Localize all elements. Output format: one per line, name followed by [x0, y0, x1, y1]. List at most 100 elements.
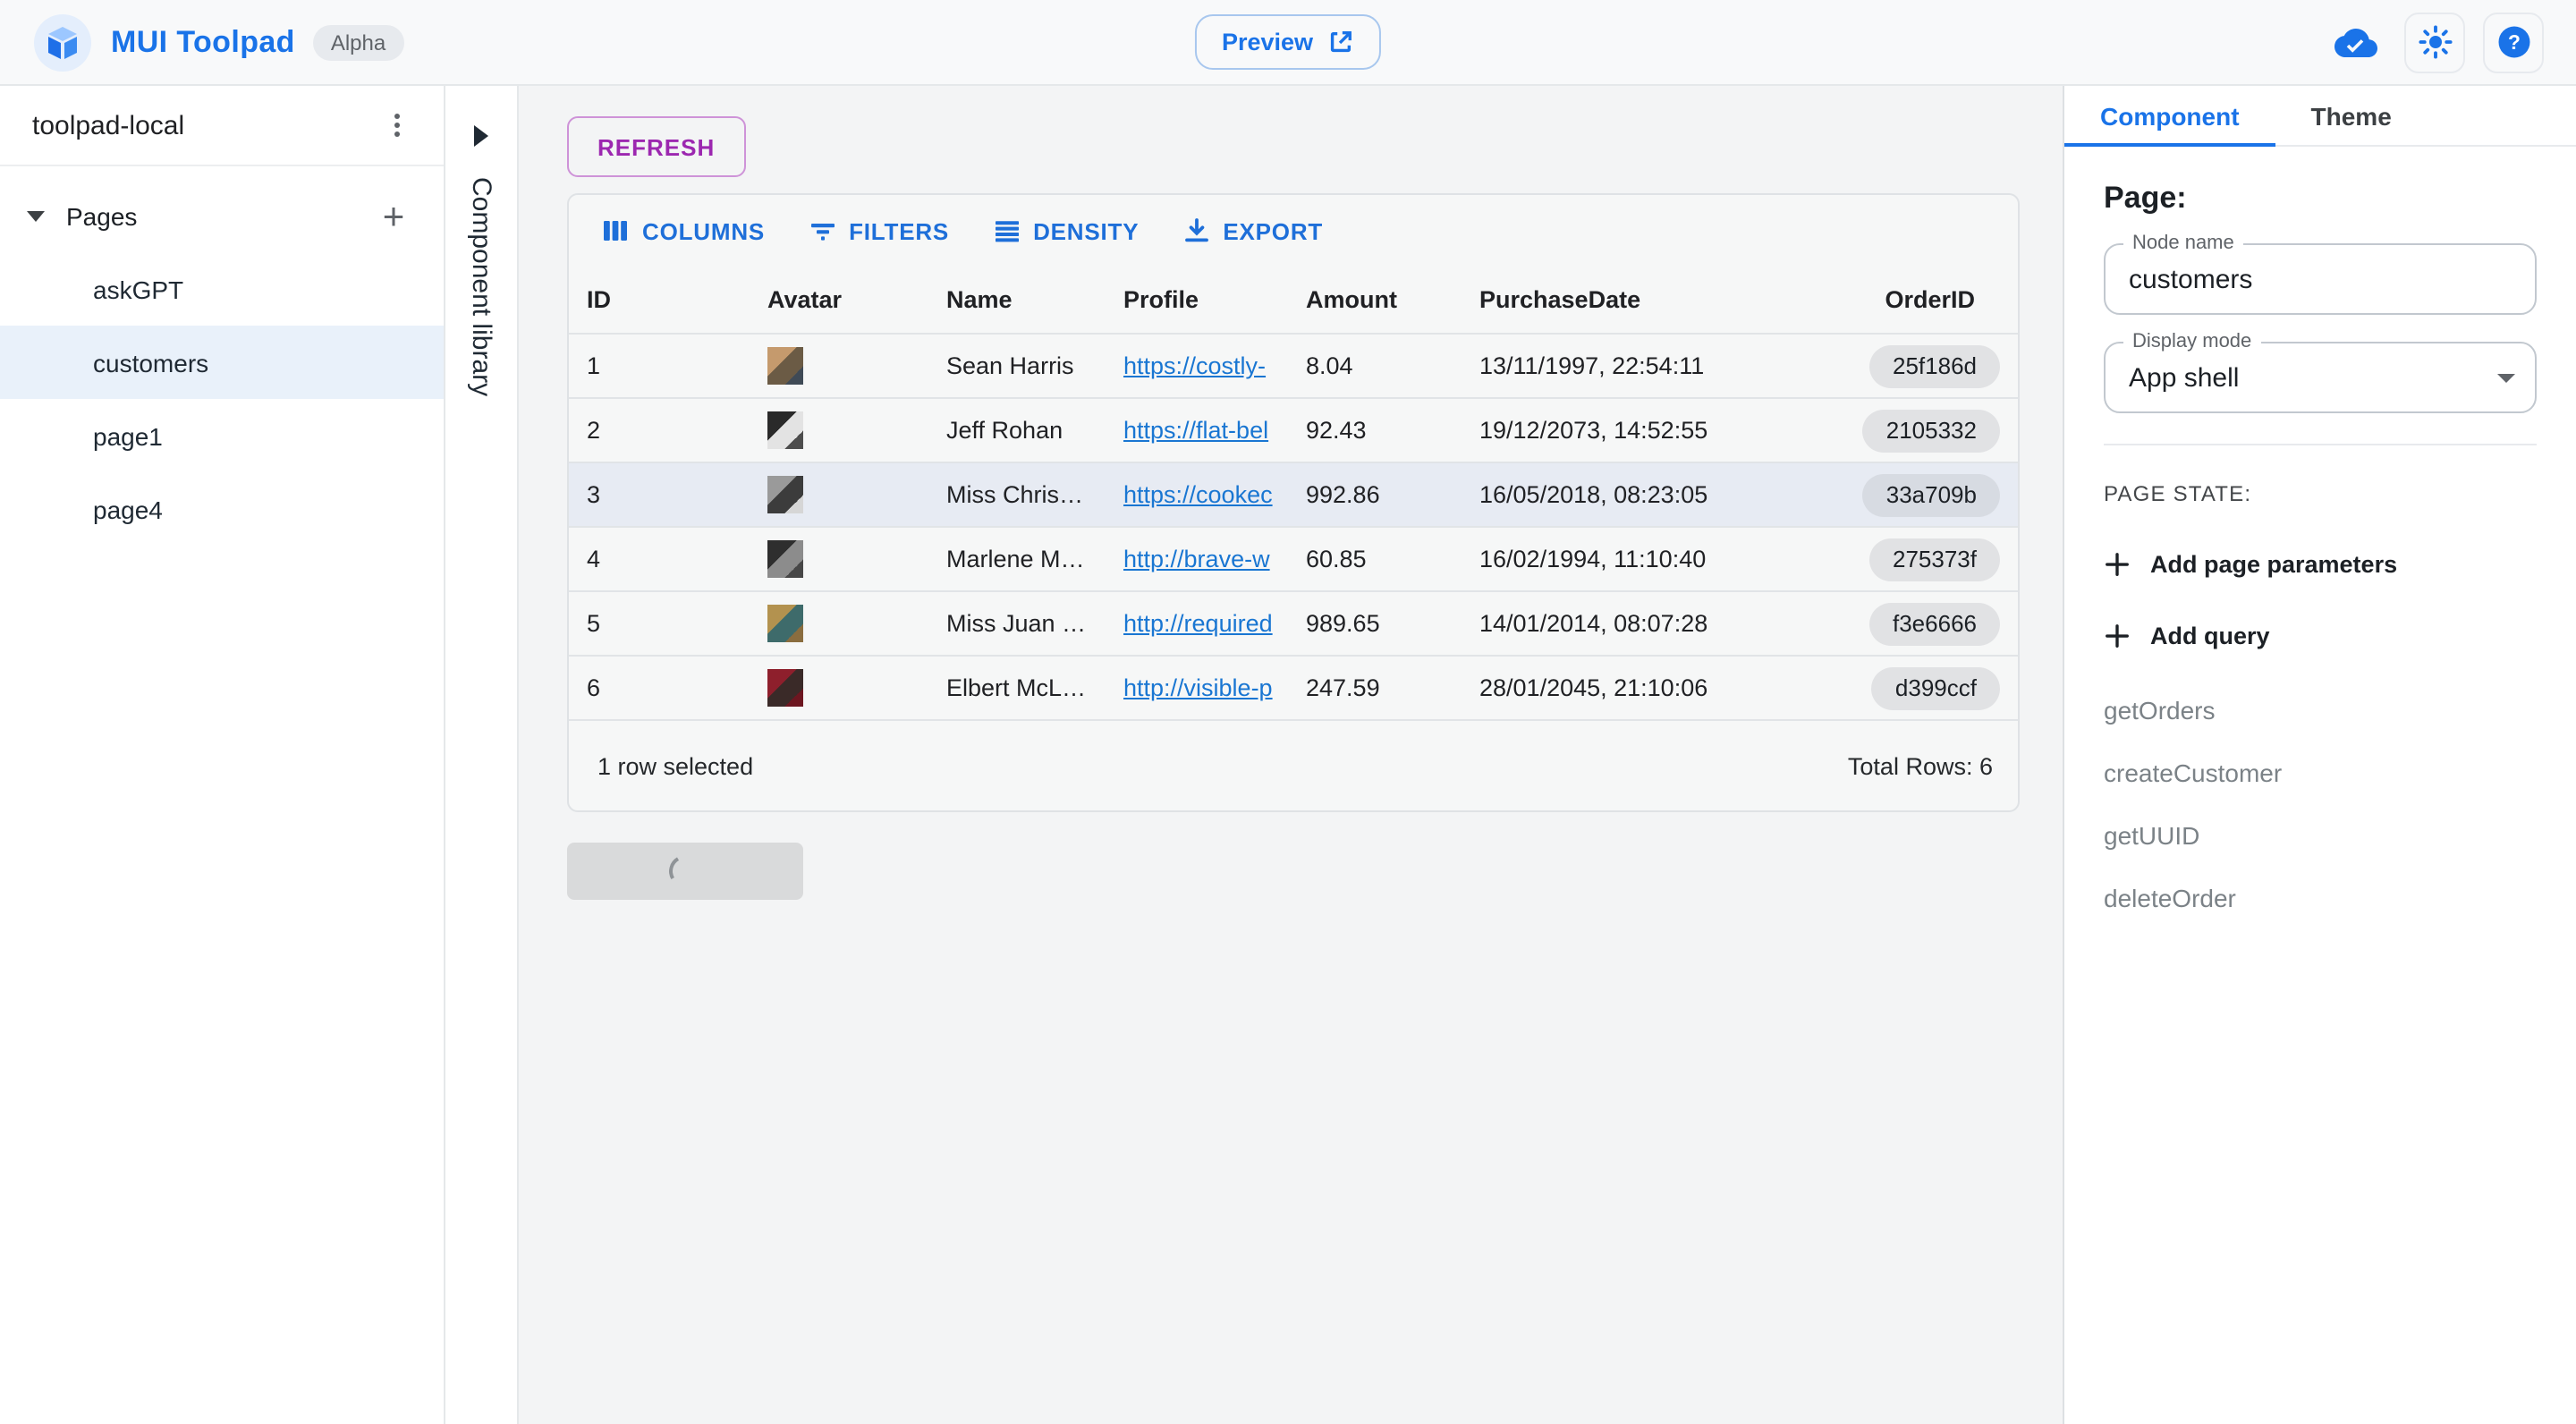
query-item-getuuid[interactable]: getUUID — [2104, 821, 2537, 850]
cell-amount: 92.43 — [1288, 417, 1462, 444]
sidebar-item-askgpt[interactable]: askGPT — [0, 252, 444, 326]
col-header-purchasedate[interactable]: PurchaseDate — [1462, 286, 1852, 313]
cell-purchasedate: 13/11/1997, 22:54:11 — [1462, 352, 1852, 379]
cell-purchasedate: 16/05/2018, 08:23:05 — [1462, 481, 1852, 508]
toolpad-logo-icon — [32, 12, 93, 72]
data-grid: COLUMNS FILTERS — [567, 193, 2020, 812]
table-row[interactable]: 6 Elbert McL… http://visible-p 247.59 28… — [569, 655, 2018, 719]
profile-link[interactable]: https://flat-bel — [1123, 417, 1268, 444]
cell-amount: 989.65 — [1288, 610, 1462, 637]
query-item-createcustomer[interactable]: createCustomer — [2104, 759, 2537, 787]
collapse-caret-icon[interactable] — [27, 211, 45, 222]
order-id-chip: 2105332 — [1863, 409, 2000, 452]
cloud-done-icon — [2334, 21, 2377, 64]
preview-label: Preview — [1222, 29, 1313, 55]
add-page-button[interactable]: + — [369, 191, 419, 242]
cell-name: Sean Harris — [928, 352, 1106, 379]
plus-icon — [2104, 623, 2131, 649]
sidebar-item-page1[interactable]: page1 — [0, 399, 444, 472]
cell-id: 2 — [569, 417, 750, 444]
cell-name: Jeff Rohan — [928, 417, 1106, 444]
profile-link[interactable]: http://visible-p — [1123, 674, 1273, 701]
profile-link[interactable]: http://brave-w — [1123, 546, 1270, 572]
view-columns-icon — [601, 216, 630, 245]
loading-button[interactable] — [567, 843, 803, 900]
query-item-getorders[interactable]: getOrders — [2104, 696, 2537, 725]
cell-id: 5 — [569, 610, 750, 637]
cell-id: 4 — [569, 546, 750, 572]
query-item-deleteorder[interactable]: deleteOrder — [2104, 884, 2537, 912]
col-header-name[interactable]: Name — [928, 286, 1106, 313]
cloud-done-button[interactable] — [2326, 12, 2386, 72]
add-query-button[interactable]: Add query — [2104, 623, 2537, 649]
profile-link[interactable]: http://required — [1123, 610, 1273, 637]
refresh-button[interactable]: REFRESH — [567, 116, 745, 177]
col-header-amount[interactable]: Amount — [1288, 286, 1462, 313]
sidebar-item-customers[interactable]: customers — [0, 326, 444, 399]
avatar — [767, 347, 803, 385]
table-row-selected[interactable]: 3 Miss Chris… https://cookec 992.86 16/0… — [569, 462, 2018, 526]
filter-list-icon — [808, 216, 836, 245]
col-header-profile[interactable]: Profile — [1106, 286, 1288, 313]
preview-button[interactable]: Preview — [1195, 14, 1381, 70]
cell-amount: 60.85 — [1288, 546, 1462, 572]
display-mode-select[interactable]: Display mode App shell — [2104, 342, 2537, 413]
component-library-label[interactable]: Component library — [466, 177, 496, 396]
svg-text:?: ? — [2507, 30, 2520, 54]
grid-toolbar: COLUMNS FILTERS — [569, 195, 2018, 267]
sidebar-item-page4[interactable]: page4 — [0, 472, 444, 546]
columns-button[interactable]: COLUMNS — [587, 204, 779, 258]
cell-name: Marlene M… — [928, 546, 1106, 572]
order-id-chip: 275373f — [1869, 538, 2000, 581]
columns-label: COLUMNS — [642, 217, 765, 244]
display-mode-label: Display mode — [2123, 331, 2260, 352]
page-canvas: REFRESH COLUMNS — [519, 86, 2063, 1424]
project-menu-button[interactable] — [372, 100, 422, 150]
expand-library-icon[interactable] — [474, 125, 488, 147]
more-vert-icon — [383, 111, 411, 140]
cell-id: 6 — [569, 674, 750, 701]
tab-theme[interactable]: Theme — [2275, 86, 2428, 145]
add-query-label: Add query — [2150, 623, 2270, 649]
cell-name: Miss Juan … — [928, 610, 1106, 637]
app-body: toolpad-local Pages + askGPT customers p… — [0, 86, 2576, 1424]
left-sidebar: toolpad-local Pages + askGPT customers p… — [0, 86, 445, 1424]
table-row[interactable]: 4 Marlene M… http://brave-w 60.85 16/02/… — [569, 526, 2018, 590]
node-name-field[interactable]: Node name — [2104, 243, 2537, 315]
download-icon — [1182, 216, 1210, 245]
export-button[interactable]: EXPORT — [1167, 204, 1337, 258]
density-label: DENSITY — [1033, 217, 1139, 244]
density-button[interactable]: DENSITY — [978, 204, 1153, 258]
cell-purchasedate: 14/01/2014, 08:07:28 — [1462, 610, 1852, 637]
app-title: MUI Toolpad — [111, 24, 295, 60]
project-row: toolpad-local — [0, 86, 444, 166]
order-id-chip: f3e6666 — [1869, 602, 2000, 645]
project-name: toolpad-local — [32, 110, 184, 140]
cell-purchasedate: 16/02/1994, 11:10:40 — [1462, 546, 1852, 572]
table-row[interactable]: 1 Sean Harris https://costly- 8.04 13/11… — [569, 333, 2018, 397]
profile-link[interactable]: https://costly- — [1123, 352, 1266, 379]
order-id-chip: 25f186d — [1869, 344, 2000, 387]
display-mode-value: App shell — [2106, 362, 2262, 393]
add-page-parameters-button[interactable]: Add page parameters — [2104, 551, 2537, 578]
profile-link[interactable]: https://cookec — [1123, 481, 1273, 508]
col-header-avatar[interactable]: Avatar — [750, 286, 928, 313]
table-row[interactable]: 5 Miss Juan … http://required 989.65 14/… — [569, 590, 2018, 655]
avatar — [767, 540, 803, 578]
table-row[interactable]: 2 Jeff Rohan https://flat-bel 92.43 19/1… — [569, 397, 2018, 462]
tab-component[interactable]: Component — [2064, 86, 2275, 145]
order-id-chip: d399ccf — [1872, 666, 2000, 709]
theme-toggle-button[interactable] — [2404, 12, 2465, 72]
col-header-orderid[interactable]: OrderID — [1852, 286, 2018, 313]
col-header-id[interactable]: ID — [569, 286, 750, 313]
filters-button[interactable]: FILTERS — [793, 204, 963, 258]
pages-label: Pages — [66, 202, 137, 231]
density-icon — [992, 216, 1021, 245]
node-name-input[interactable] — [2106, 245, 2535, 313]
avatar — [767, 411, 803, 449]
avatar — [767, 669, 803, 707]
cell-purchasedate: 28/01/2045, 21:10:06 — [1462, 674, 1852, 701]
help-button[interactable]: ? — [2483, 12, 2544, 72]
alpha-badge: Alpha — [313, 24, 403, 60]
cell-id: 1 — [569, 352, 750, 379]
